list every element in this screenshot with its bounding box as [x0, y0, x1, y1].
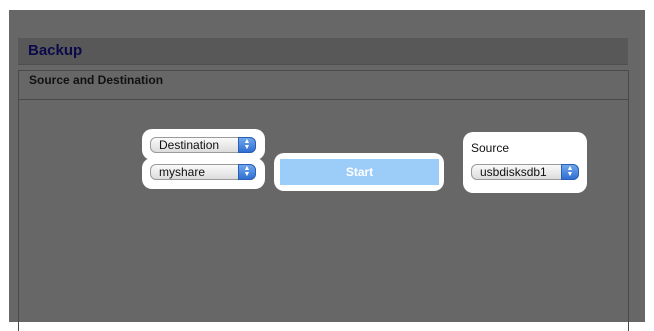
section-title: Source and Destination — [29, 73, 164, 87]
select-arrows-icon: ▲ ▼ — [238, 137, 256, 153]
source-label: Source — [471, 141, 510, 155]
source-disk-value: usbdisksdb1 — [480, 165, 547, 179]
panel-title: Backup — [28, 42, 83, 59]
start-card: Start — [274, 153, 444, 191]
destination-share-value: myshare — [159, 165, 206, 179]
panel-header: Backup — [18, 38, 628, 65]
source-destination-section: Source and Destination — [18, 70, 629, 331]
select-arrows-icon: ▲ ▼ — [238, 164, 256, 180]
destination-share-select[interactable]: myshare ▲ ▼ — [150, 164, 256, 180]
destination-type-value: Destination — [159, 138, 220, 152]
select-arrows-icon: ▲ ▼ — [561, 164, 579, 180]
source-disk-select[interactable]: usbdisksdb1 ▲ ▼ — [471, 164, 579, 180]
source-card: Source usbdisksdb1 ▲ ▼ — [463, 132, 587, 193]
destination-type-select[interactable]: Destination ▲ ▼ — [150, 137, 256, 153]
destination-type-card: Destination ▲ ▼ — [142, 129, 265, 160]
start-button[interactable]: Start — [280, 159, 439, 185]
section-divider — [19, 99, 628, 100]
destination-share-card: myshare ▲ ▼ — [142, 158, 265, 189]
